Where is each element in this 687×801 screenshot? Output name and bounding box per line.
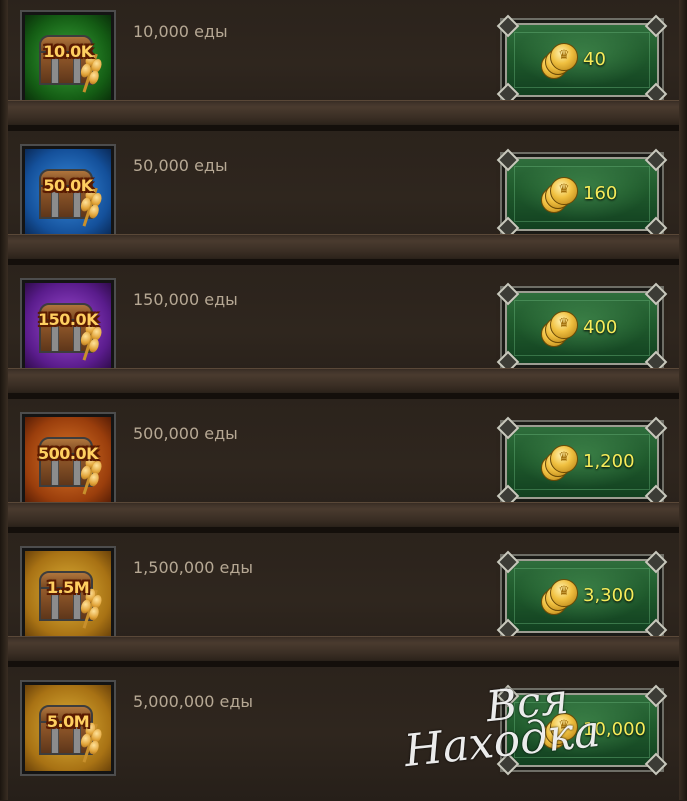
buy-button[interactable]: 400	[496, 282, 668, 374]
price-label: 400	[583, 317, 618, 338]
shelf-divider	[0, 368, 687, 399]
item-amount-label: 50.0K	[43, 176, 93, 195]
item-description: 10,000 еды	[133, 22, 228, 41]
offer-row: 150.0K 150,000 еды 400	[0, 265, 687, 399]
food-chest-icon: 150.0K	[20, 278, 116, 374]
gold-coin-icon	[541, 445, 578, 481]
shelf-divider	[0, 234, 687, 265]
price-label: 3,300	[583, 585, 635, 606]
offer-row: 500.0K 500,000 еды 1,200	[0, 399, 687, 533]
buy-button[interactable]: 160	[496, 148, 668, 240]
food-chest-icon: 5.0M	[20, 680, 116, 776]
item-description: 5,000,000 еды	[133, 692, 254, 711]
item-amount-label: 1.5M	[46, 578, 90, 597]
offer-row: 5.0M 5,000,000 еды 10,000	[0, 667, 687, 801]
gold-coin-icon	[541, 311, 578, 347]
buy-button[interactable]: 10,000	[496, 684, 668, 776]
gold-coin-icon	[541, 43, 578, 79]
offer-row: 50.0K 50,000 еды 160	[0, 131, 687, 265]
item-description: 50,000 еды	[133, 156, 228, 175]
item-amount-label: 10.0K	[43, 42, 93, 61]
frame-left-edge	[0, 0, 8, 800]
item-description: 500,000 еды	[133, 424, 238, 443]
food-offer-list: 10.0K 10,000 еды 40 5	[0, 0, 687, 801]
item-amount-label: 500.0K	[37, 444, 99, 463]
shelf-divider	[0, 636, 687, 667]
gold-coin-icon	[541, 713, 578, 749]
food-chest-icon: 10.0K	[20, 10, 116, 106]
food-chest-icon: 1.5M	[20, 546, 116, 642]
shelf-divider	[0, 502, 687, 533]
item-amount-label: 150.0K	[37, 310, 99, 329]
item-description: 150,000 еды	[133, 290, 238, 309]
shelf-divider	[0, 100, 687, 131]
food-chest-icon: 50.0K	[20, 144, 116, 240]
buy-button[interactable]: 40	[496, 14, 668, 106]
price-label: 10,000	[583, 719, 646, 740]
price-label: 1,200	[583, 451, 635, 472]
offer-row: 10.0K 10,000 еды 40	[0, 0, 687, 131]
buy-button[interactable]: 3,300	[496, 550, 668, 642]
item-amount-label: 5.0M	[46, 712, 90, 731]
item-description: 1,500,000 еды	[133, 558, 254, 577]
food-chest-icon: 500.0K	[20, 412, 116, 508]
price-label: 160	[583, 183, 618, 204]
price-label: 40	[583, 49, 606, 70]
buy-button[interactable]: 1,200	[496, 416, 668, 508]
gold-coin-icon	[541, 177, 578, 213]
offer-row: 1.5M 1,500,000 еды 3,300	[0, 533, 687, 667]
gold-coin-icon	[541, 579, 578, 615]
frame-right-edge	[679, 0, 687, 800]
